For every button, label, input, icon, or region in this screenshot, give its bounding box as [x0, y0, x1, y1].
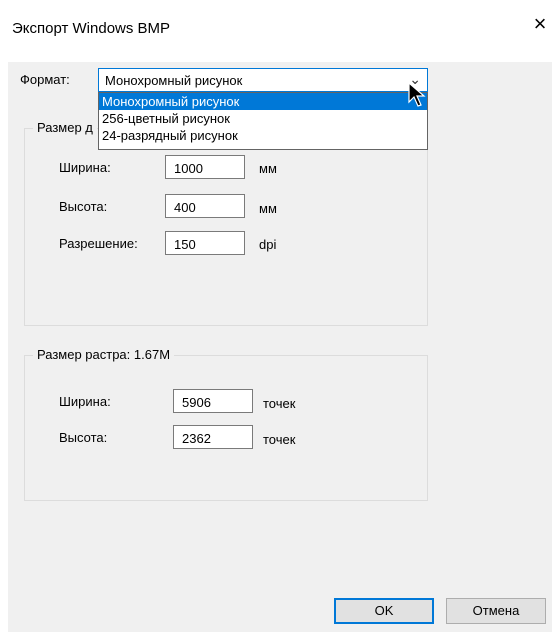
ok-button[interactable]: OK	[334, 598, 434, 624]
format-option-256-color[interactable]: 256-цветный рисунок	[99, 110, 427, 127]
raster-height-unit: точек	[263, 432, 296, 447]
image-size-group: Размер д Ширина: 1000 мм Высота: 400 мм …	[24, 120, 428, 326]
image-width-input[interactable]: 1000	[165, 155, 245, 179]
format-option-24-bit[interactable]: 24-разрядный рисунок	[99, 127, 427, 144]
close-icon[interactable]: ×	[528, 12, 552, 36]
format-selected-value: Монохромный рисунок	[105, 73, 243, 88]
mouse-cursor-icon	[408, 82, 426, 107]
raster-width-label: Ширина:	[59, 394, 111, 409]
format-dropdown-list: Монохромный рисунок 256-цветный рисунок …	[98, 92, 428, 150]
resolution-input[interactable]: 150	[165, 231, 245, 255]
resolution-unit: dpi	[259, 237, 277, 252]
image-height-input[interactable]: 400	[165, 194, 245, 218]
title-bar: Экспорт Windows BMP ×	[0, 0, 560, 62]
raster-size-group: Размер растра: 1.67M Ширина: 5906 точек …	[24, 347, 428, 501]
window-title: Экспорт Windows BMP	[12, 20, 171, 37]
image-width-unit: мм	[259, 161, 277, 176]
dialog-body: Формат: Монохромный рисунок ⌄ Монохромны…	[8, 62, 552, 632]
image-height-unit: мм	[259, 201, 277, 216]
raster-size-group-title: Размер растра: 1.67M	[33, 347, 175, 362]
raster-height-label: Высота:	[59, 430, 108, 445]
cancel-button[interactable]: Отмена	[446, 598, 546, 624]
resolution-label: Разрешение:	[59, 236, 138, 251]
raster-height-input[interactable]: 2362	[173, 425, 253, 449]
image-width-label: Ширина:	[59, 160, 111, 175]
format-select[interactable]: Монохромный рисунок ⌄	[98, 68, 428, 92]
image-height-label: Высота:	[59, 199, 108, 214]
image-size-group-title: Размер д	[33, 120, 97, 135]
format-label: Формат:	[20, 72, 70, 87]
format-option-monochrome[interactable]: Монохромный рисунок	[99, 93, 427, 110]
raster-width-unit: точек	[263, 396, 296, 411]
raster-width-input[interactable]: 5906	[173, 389, 253, 413]
